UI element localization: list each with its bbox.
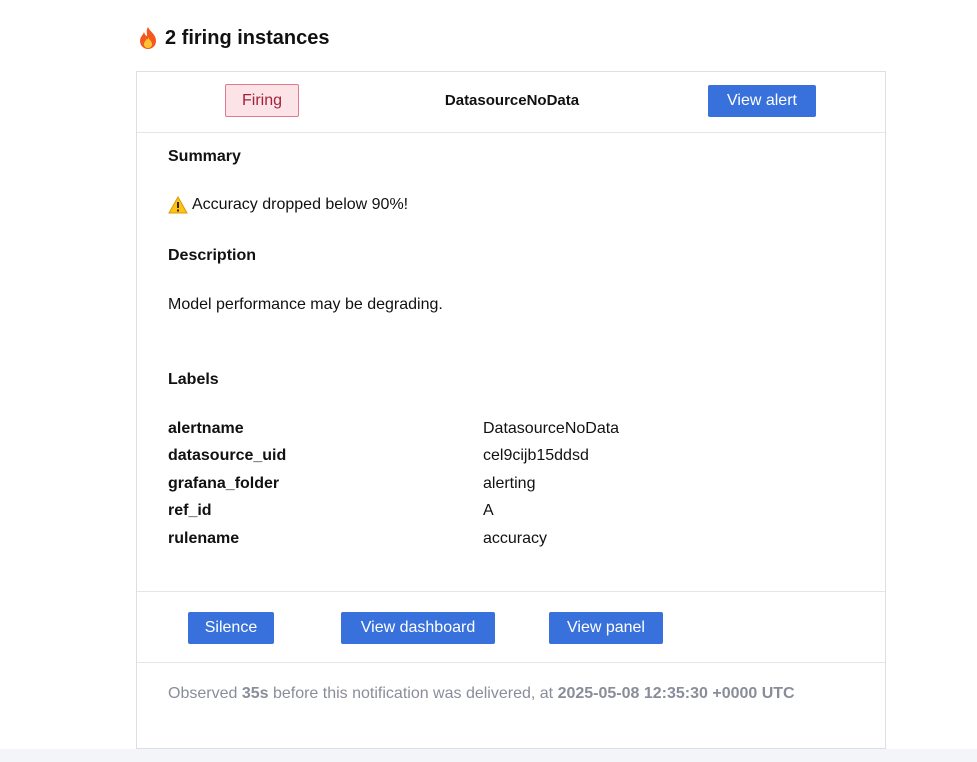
- summary-text: Accuracy dropped below 90%!: [192, 196, 409, 213]
- alert-name: DatasourceNoData: [444, 92, 580, 109]
- label-row: alertname DatasourceNoData: [168, 420, 828, 442]
- label-row: rulename accuracy: [168, 530, 828, 552]
- warning-icon: [168, 195, 188, 214]
- description-text: Model performance may be degrading.: [168, 296, 443, 313]
- summary-title: Summary: [168, 148, 241, 165]
- label-key: alertname: [168, 420, 244, 437]
- label-value: accuracy: [483, 530, 548, 547]
- label-row: datasource_uid cel9cijb15ddsd: [168, 447, 828, 469]
- label-value: DatasourceNoData: [483, 420, 620, 437]
- description-title: Description: [168, 247, 257, 264]
- page-bottom-strip: [0, 749, 977, 762]
- observed-timestamp: 2025-05-08 12:35:30 +0000 UTC: [557, 685, 795, 702]
- label-value: A: [483, 502, 494, 519]
- label-value: alerting: [483, 475, 536, 492]
- label-row: ref_id A: [168, 502, 828, 524]
- alert-instance-card: Firing DatasourceNoData View alert Summa…: [136, 71, 886, 749]
- card-header: Firing DatasourceNoData View alert: [137, 72, 885, 133]
- view-panel-button[interactable]: View panel: [549, 612, 663, 644]
- view-dashboard-button[interactable]: View dashboard: [341, 612, 495, 644]
- label-row: grafana_folder alerting: [168, 475, 828, 497]
- view-alert-button[interactable]: View alert: [708, 85, 816, 117]
- labels-title: Labels: [168, 371, 219, 388]
- action-bar: Silence View dashboard View panel: [137, 591, 885, 663]
- silence-button[interactable]: Silence: [188, 612, 274, 644]
- observed-middle: before this notification was delivered, …: [268, 685, 558, 702]
- notification-page: 2 firing instances Firing DatasourceNoDa…: [0, 0, 977, 762]
- label-key: ref_id: [168, 502, 212, 519]
- label-key: grafana_folder: [168, 475, 280, 492]
- label-key: rulename: [168, 530, 240, 547]
- firing-instances-heading: 2 firing instances: [137, 26, 330, 50]
- observed-prefix: Observed: [168, 685, 242, 702]
- status-badge: Firing: [225, 84, 299, 117]
- observed-duration: 35s: [241, 685, 269, 702]
- label-value: cel9cijb15ddsd: [483, 447, 589, 464]
- observed-note: Observed 35s before this notification wa…: [168, 681, 848, 706]
- label-key: datasource_uid: [168, 447, 287, 464]
- heading-text: 2 firing instances: [165, 26, 330, 49]
- summary-text-row: Accuracy dropped below 90%!: [168, 195, 409, 214]
- fire-icon: [137, 26, 159, 50]
